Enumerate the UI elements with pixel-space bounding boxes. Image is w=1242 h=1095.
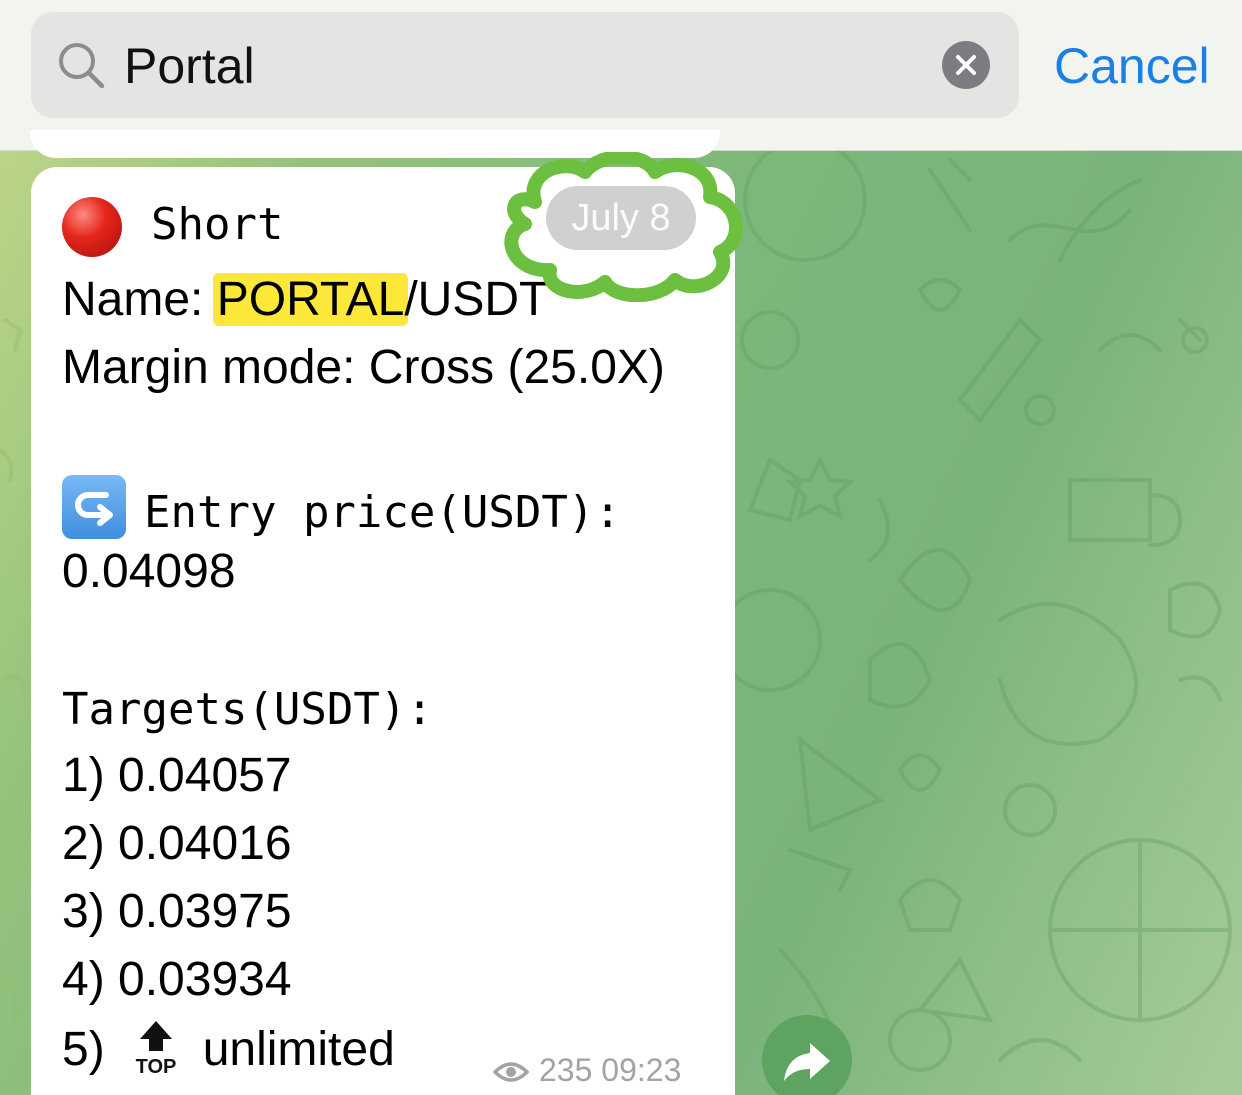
- message-bubble[interactable]: Short Name: PORTAL/USDT Margin mode: Cro…: [31, 167, 735, 1095]
- message-time: 09:23: [601, 1052, 682, 1088]
- entry-price-line: Entry price(USDT):: [62, 475, 621, 542]
- date-badge: July 8: [546, 186, 696, 250]
- cancel-button[interactable]: Cancel: [1054, 36, 1210, 96]
- top-arrow-icon: TOP: [131, 1019, 181, 1078]
- search-header: Portal Cancel: [0, 0, 1242, 151]
- margin-mode-text: Margin mode: Cross (25.0X): [62, 341, 665, 394]
- close-circle-icon: [956, 55, 976, 75]
- direction-label: Short: [151, 199, 284, 250]
- target-item-5: 5) TOP unlimited: [62, 1019, 395, 1079]
- target-item: 1) 0.04057: [62, 749, 292, 802]
- search-icon: [59, 43, 105, 89]
- entry-price-value: 0.04098: [62, 545, 236, 598]
- svg-text:TOP: TOP: [135, 1056, 176, 1075]
- red-circle-icon: [62, 197, 122, 257]
- entry-price-label: Entry price(USDT):: [144, 487, 621, 538]
- message-meta: 235 09:23: [493, 1052, 681, 1089]
- name-label: Name:: [62, 273, 217, 326]
- share-arrow-icon: [784, 1043, 830, 1081]
- search-highlight: PORTAL: [212, 273, 409, 326]
- eye-icon: [493, 1062, 529, 1082]
- target-5-value: unlimited: [202, 1023, 395, 1076]
- return-arrow-icon: [62, 475, 126, 539]
- target-5-prefix: 5): [62, 1023, 105, 1076]
- share-button[interactable]: [762, 1015, 852, 1095]
- search-input[interactable]: Portal: [124, 36, 255, 96]
- search-field[interactable]: Portal: [31, 12, 1019, 118]
- target-item: 2) 0.04016: [62, 817, 292, 870]
- view-count: 235: [539, 1052, 593, 1088]
- clear-search-button[interactable]: [942, 41, 990, 89]
- target-item: 3) 0.03975: [62, 885, 292, 938]
- targets-label: Targets(USDT):: [62, 684, 433, 735]
- target-item: 4) 0.03934: [62, 953, 292, 1006]
- pair-name-line: Name: PORTAL/USDT: [62, 271, 548, 329]
